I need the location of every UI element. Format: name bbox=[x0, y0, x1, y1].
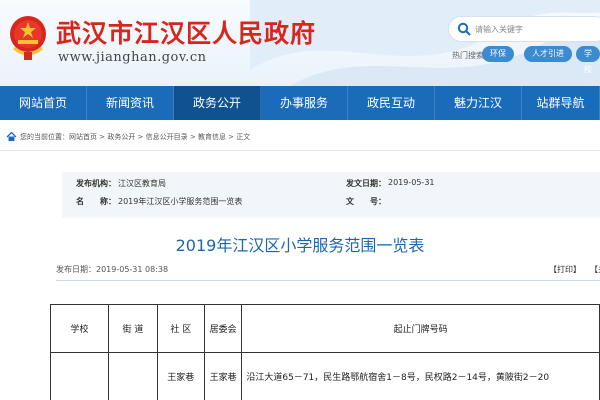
search-box[interactable] bbox=[448, 16, 600, 42]
cell-community: 王家巷 bbox=[156, 352, 205, 400]
site-header: 武汉市江汉区人民政府 www.jianghan.gov.cn 热门搜索： 环保 … bbox=[0, 0, 600, 86]
article-divider bbox=[56, 280, 600, 281]
meta-row-name: 名 称： 2019年江汉区小学服务范围一览表 文 号： bbox=[62, 196, 600, 214]
breadcrumb-text[interactable]: 您的当前位置：网站首页 > 政务公开 > 信息公开目录 > 教育信息 > 正文 bbox=[20, 132, 250, 142]
hot-tag-school[interactable]: 学校 bbox=[576, 46, 600, 74]
document-meta: 发布机构： 江汉区教育局 发文日期： 2019-05-31 名 称： 2019年… bbox=[62, 172, 600, 218]
nav-home[interactable]: 网站首页 bbox=[0, 86, 87, 120]
table-header-row: 学校 街 道 社 区 居委会 起止门牌号码 bbox=[49, 304, 600, 353]
nav-site-group[interactable]: 站群导航 bbox=[522, 86, 600, 120]
close-button[interactable]: 【关 bbox=[590, 264, 600, 275]
main-nav: 网站首页 新闻资讯 政务公开 办事服务 政民互动 魅力江汉 站群导航 bbox=[0, 86, 600, 120]
hot-tag-environment[interactable]: 环保 bbox=[482, 46, 514, 62]
cell-address-range: 沿江大道65－71，民生路鄂航宿舍1－8号，民权路2－14号，黄陂街2－20 bbox=[241, 352, 600, 400]
breadcrumb-divider bbox=[0, 150, 600, 151]
docno-label: 文 号： bbox=[346, 197, 386, 206]
breadcrumb: 您的当前位置：网站首页 > 政务公开 > 信息公开目录 > 教育信息 > 正文 bbox=[0, 128, 600, 146]
publisher-label: 发布机构： bbox=[76, 179, 116, 188]
header-street: 街 道 bbox=[108, 304, 158, 353]
hot-tag-talent[interactable]: 人才引进 bbox=[524, 46, 572, 62]
cell-school bbox=[49, 352, 110, 400]
name-value: 2019年江汉区小学服务范围一览表 bbox=[118, 197, 243, 206]
nav-charm-jianghan[interactable]: 魅力江汉 bbox=[435, 86, 522, 120]
cell-neighborhood: 王家巷 bbox=[203, 352, 243, 400]
print-button[interactable]: 【打印】 bbox=[549, 264, 581, 275]
cell-street bbox=[108, 352, 158, 400]
date-value: 2019-05-31 bbox=[388, 178, 435, 187]
date-label: 发文日期： bbox=[346, 179, 386, 188]
publisher-value: 江汉区教育局 bbox=[118, 179, 166, 188]
search-input[interactable] bbox=[475, 20, 595, 38]
meta-row-publisher: 发布机构： 江汉区教育局 发文日期： 2019-05-31 bbox=[62, 178, 600, 196]
service-area-table: 学校 街 道 社 区 居委会 起止门牌号码 王家巷 王家巷 沿江大道65－71，… bbox=[49, 304, 600, 400]
name-label: 名 称： bbox=[76, 197, 116, 206]
table-row: 王家巷 王家巷 沿江大道65－71，民生路鄂航宿舍1－8号，民权路2－14号，黄… bbox=[49, 352, 600, 400]
header-address-range: 起止门牌号码 bbox=[241, 304, 600, 353]
nav-services[interactable]: 办事服务 bbox=[261, 86, 348, 120]
site-title[interactable]: 武汉市江汉区人民政府 bbox=[56, 14, 316, 50]
search-icon[interactable] bbox=[457, 22, 471, 36]
site-url: www.jianghan.gov.cn bbox=[58, 50, 207, 65]
header-school: 学校 bbox=[49, 304, 110, 353]
header-neighborhood: 居委会 bbox=[203, 304, 243, 353]
national-emblem-icon bbox=[10, 16, 46, 60]
home-icon bbox=[6, 131, 17, 141]
nav-interaction[interactable]: 政民互动 bbox=[348, 86, 435, 120]
nav-government-affairs[interactable]: 政务公开 bbox=[174, 86, 261, 120]
header-community: 社 区 bbox=[156, 304, 205, 353]
article-title: 2019年江汉区小学服务范围一览表 bbox=[175, 236, 425, 255]
publish-time: 发布日期：2019-05-31 08:38 bbox=[56, 265, 169, 274]
nav-news[interactable]: 新闻资讯 bbox=[87, 86, 174, 120]
